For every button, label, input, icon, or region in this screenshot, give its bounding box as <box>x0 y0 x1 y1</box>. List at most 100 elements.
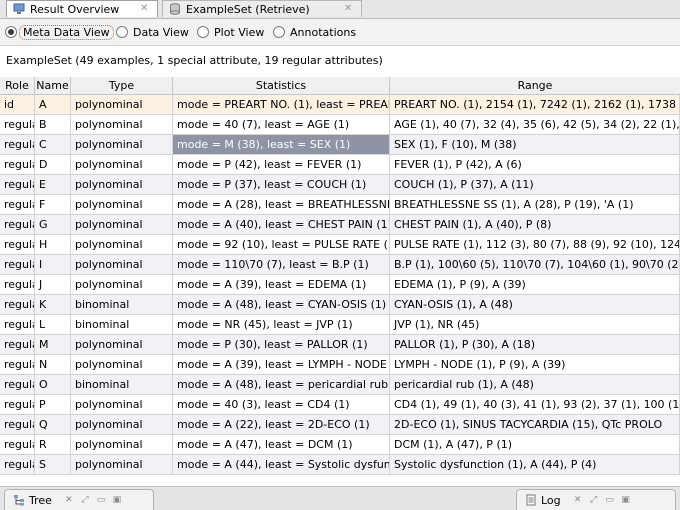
name-cell[interactable]: I <box>35 255 71 275</box>
statistics-cell[interactable]: mode = P (42), least = FEVER (1) <box>173 155 390 175</box>
range-cell[interactable]: DCM (1), A (47), P (1) <box>390 435 680 455</box>
name-cell[interactable]: K <box>35 295 71 315</box>
statistics-cell[interactable]: mode = P (30), least = PALLOR (1) <box>173 335 390 355</box>
statistics-cell[interactable]: mode = A (48), least = pericardial rub (… <box>173 375 390 395</box>
table-row[interactable]: regularBpolynominalmode = 40 (7), least … <box>0 115 680 135</box>
name-cell[interactable]: H <box>35 235 71 255</box>
type-cell[interactable]: polynominal <box>71 435 173 455</box>
name-cell[interactable]: C <box>35 135 71 155</box>
range-cell[interactable]: CHEST PAIN (1), A (40), P (8) <box>390 215 680 235</box>
name-cell[interactable]: P <box>35 395 71 415</box>
type-cell[interactable]: polynominal <box>71 195 173 215</box>
type-cell[interactable]: polynominal <box>71 115 173 135</box>
table-row[interactable]: regularNpolynominalmode = A (39), least … <box>0 355 680 375</box>
tree-panel-tab[interactable]: Tree ✕ ⤢ ▭ ▣ <box>4 489 154 510</box>
type-cell[interactable]: polynominal <box>71 215 173 235</box>
column-header-range[interactable]: Range <box>390 77 680 94</box>
range-cell[interactable]: AGE (1), 40 (7), 32 (4), 35 (6), 42 (5),… <box>390 115 680 135</box>
range-cell[interactable]: pericardial rub (1), A (48) <box>390 375 680 395</box>
role-cell[interactable]: regular <box>0 275 35 295</box>
role-cell[interactable]: regular <box>0 395 35 415</box>
table-row[interactable]: regularPpolynominalmode = 40 (3), least … <box>0 395 680 415</box>
close-tab-icon[interactable]: ✕ <box>344 4 353 14</box>
role-cell[interactable]: regular <box>0 315 35 335</box>
range-cell[interactable]: B.P (1), 100\60 (5), 110\70 (7), 104\60 … <box>390 255 680 275</box>
table-row[interactable]: regularCpolynominalmode = M (38), least … <box>0 135 680 155</box>
table-row[interactable]: regularObinominalmode = A (48), least = … <box>0 375 680 395</box>
name-cell[interactable]: S <box>35 455 71 475</box>
column-header-name[interactable]: Name <box>35 77 71 94</box>
type-cell[interactable]: polynominal <box>71 95 173 115</box>
type-cell[interactable]: polynominal <box>71 155 173 175</box>
statistics-cell[interactable]: mode = PREART NO. (1), least = PREART NO… <box>173 95 390 115</box>
name-cell[interactable]: N <box>35 355 71 375</box>
close-tab-icon[interactable]: ✕ <box>140 4 149 14</box>
table-row[interactable]: regularRpolynominalmode = A (47), least … <box>0 435 680 455</box>
type-cell[interactable]: polynominal <box>71 335 173 355</box>
annotations-radio[interactable]: Annotations <box>273 23 356 41</box>
table-row[interactable]: regularHpolynominalmode = 92 (10), least… <box>0 235 680 255</box>
name-cell[interactable]: E <box>35 175 71 195</box>
name-cell[interactable]: B <box>35 115 71 135</box>
name-cell[interactable]: F <box>35 195 71 215</box>
statistics-cell[interactable]: mode = A (28), least = BREATHLESSNESS (1… <box>173 195 390 215</box>
name-cell[interactable]: Q <box>35 415 71 435</box>
range-cell[interactable]: CD4 (1), 49 (1), 40 (3), 41 (1), 93 (2),… <box>390 395 680 415</box>
range-cell[interactable]: SEX (1), F (10), M (38) <box>390 135 680 155</box>
range-cell[interactable]: PULSE RATE (1), 112 (3), 80 (7), 88 (9),… <box>390 235 680 255</box>
table-row[interactable]: regularQpolynominalmode = A (22), least … <box>0 415 680 435</box>
role-cell[interactable]: id <box>0 95 35 115</box>
type-cell[interactable]: binominal <box>71 295 173 315</box>
statistics-cell[interactable]: mode = 110\70 (7), least = B.P (1) <box>173 255 390 275</box>
maximize-icon[interactable]: ▣ <box>621 495 631 505</box>
name-cell[interactable]: L <box>35 315 71 335</box>
statistics-cell[interactable]: mode = A (39), least = LYMPH - NODE (1) <box>173 355 390 375</box>
type-cell[interactable]: polynominal <box>71 355 173 375</box>
close-icon[interactable]: ✕ <box>573 495 583 505</box>
table-row[interactable]: regularFpolynominalmode = A (28), least … <box>0 195 680 215</box>
statistics-cell[interactable]: mode = 40 (7), least = AGE (1) <box>173 115 390 135</box>
role-cell[interactable]: regular <box>0 375 35 395</box>
type-cell[interactable]: polynominal <box>71 395 173 415</box>
plot-view-radio[interactable]: Plot View <box>197 23 264 41</box>
role-cell[interactable]: regular <box>0 195 35 215</box>
role-cell[interactable]: regular <box>0 435 35 455</box>
table-row[interactable]: regularSpolynominalmode = A (44), least … <box>0 455 680 475</box>
role-cell[interactable]: regular <box>0 295 35 315</box>
type-cell[interactable]: polynominal <box>71 255 173 275</box>
range-cell[interactable]: FEVER (1), P (42), A (6) <box>390 155 680 175</box>
role-cell[interactable]: regular <box>0 235 35 255</box>
statistics-cell[interactable]: mode = A (47), least = DCM (1) <box>173 435 390 455</box>
role-cell[interactable]: regular <box>0 155 35 175</box>
meta-data-view-radio[interactable]: Meta Data View <box>5 23 114 41</box>
data-view-radio[interactable]: Data View <box>116 23 189 41</box>
type-cell[interactable]: binominal <box>71 315 173 335</box>
table-row[interactable]: regularDpolynominalmode = P (42), least … <box>0 155 680 175</box>
statistics-cell[interactable]: mode = A (44), least = Systolic dysfunct… <box>173 455 390 475</box>
table-row[interactable]: regularJpolynominalmode = A (39), least … <box>0 275 680 295</box>
range-cell[interactable]: PALLOR (1), P (30), A (18) <box>390 335 680 355</box>
table-row[interactable]: regularIpolynominalmode = 110\70 (7), le… <box>0 255 680 275</box>
minimize-icon[interactable]: ▭ <box>605 495 615 505</box>
statistics-cell[interactable]: mode = M (38), least = SEX (1) <box>173 135 390 155</box>
tab-result-overview[interactable]: Result Overview ✕ <box>6 0 158 17</box>
column-header-statistics[interactable]: Statistics <box>173 77 390 94</box>
range-cell[interactable]: BREATHLESSNE SS (1), A (28), P (19), 'A … <box>390 195 680 215</box>
role-cell[interactable]: regular <box>0 415 35 435</box>
range-cell[interactable]: LYMPH - NODE (1), P (9), A (39) <box>390 355 680 375</box>
role-cell[interactable]: regular <box>0 355 35 375</box>
table-row[interactable]: regularLbinominalmode = NR (45), least =… <box>0 315 680 335</box>
name-cell[interactable]: J <box>35 275 71 295</box>
table-row[interactable]: regularEpolynominalmode = P (37), least … <box>0 175 680 195</box>
column-header-type[interactable]: Type <box>71 77 173 94</box>
range-cell[interactable]: EDEMA (1), P (9), A (39) <box>390 275 680 295</box>
type-cell[interactable]: polynominal <box>71 235 173 255</box>
role-cell[interactable]: regular <box>0 255 35 275</box>
statistics-cell[interactable]: mode = NR (45), least = JVP (1) <box>173 315 390 335</box>
column-header-role[interactable]: Role <box>0 77 35 94</box>
type-cell[interactable]: binominal <box>71 375 173 395</box>
role-cell[interactable]: regular <box>0 335 35 355</box>
table-row[interactable]: regularMpolynominalmode = P (30), least … <box>0 335 680 355</box>
name-cell[interactable]: M <box>35 335 71 355</box>
statistics-cell[interactable]: mode = A (39), least = EDEMA (1) <box>173 275 390 295</box>
